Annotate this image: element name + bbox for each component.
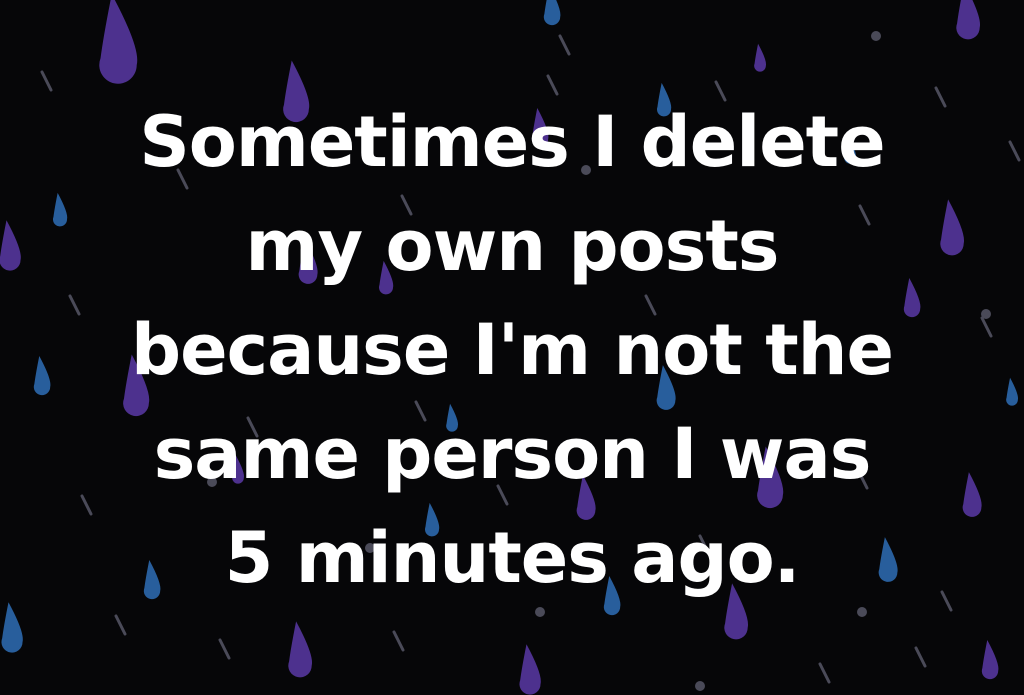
raindrop-icon: [99, 0, 138, 84]
quote-line-3: because I'm not the: [131, 309, 894, 391]
quote-line-4: same person I was: [153, 413, 872, 495]
rain-streak: [914, 646, 927, 668]
rain-streak: [558, 34, 571, 56]
rain-dot: [871, 31, 881, 41]
rain-streak: [218, 638, 231, 660]
raindrop-icon: [288, 621, 313, 678]
rain-streak: [40, 70, 53, 92]
rain-streak: [392, 630, 405, 652]
raindrop-icon: [543, 0, 561, 26]
raindrop-icon: [519, 644, 541, 695]
quote-line-1: Sometimes I delete: [139, 101, 885, 183]
post-background: Sometimes I delete my own posts because …: [0, 0, 1024, 695]
raindrop-icon: [981, 639, 999, 680]
quote-line-2: my own posts: [245, 205, 780, 287]
raindrop-icon: [956, 0, 981, 40]
rain-dot: [695, 681, 705, 691]
rain-streak: [114, 614, 127, 636]
raindrop-icon: [754, 43, 767, 72]
quote-line-5: 5 minutes ago.: [224, 517, 801, 599]
quote-text: Sometimes I delete my own posts because …: [0, 90, 1024, 610]
rain-streak: [818, 662, 831, 684]
